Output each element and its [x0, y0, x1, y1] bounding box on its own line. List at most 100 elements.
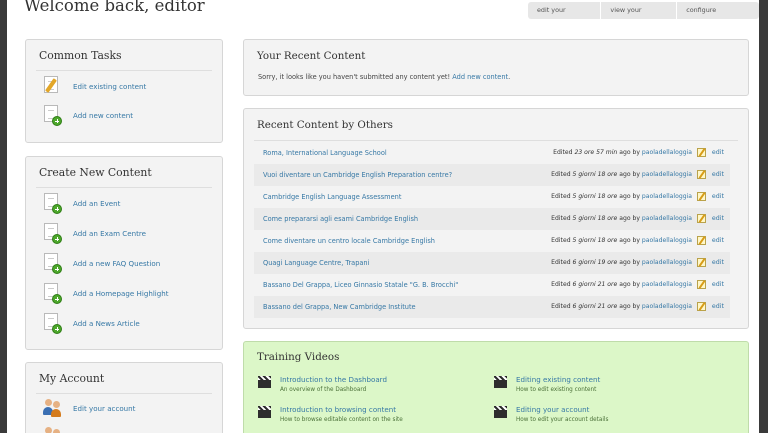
your-recent-content-panel: Your Recent Content Sorry, it looks like… — [243, 39, 749, 96]
edit-label: edit — [711, 259, 724, 266]
video-title: Introduction to browsing content — [280, 405, 397, 414]
add-exam-centre-link[interactable]: Add an Exam Centre — [42, 222, 146, 244]
author-link[interactable]: paoladellaloggia — [642, 303, 692, 310]
meta-prefix: Edited — [551, 171, 571, 178]
recent-content-by-others-title: Recent Content by Others — [257, 119, 393, 131]
table-row: Bassano del Grappa, New Cambridge Instit… — [254, 296, 730, 318]
meta-prefix: Edited — [551, 237, 571, 244]
content-title-link[interactable]: Bassano del Grappa, New Cambridge Instit… — [263, 303, 416, 311]
add-new-content-link[interactable]: Add new content — [452, 73, 508, 81]
author-link[interactable]: paoladellaloggia — [642, 259, 692, 266]
add-document-icon — [42, 282, 64, 304]
edit-icon — [696, 280, 706, 289]
clapperboard-icon — [258, 406, 271, 418]
dashboard-page: Welcome back, editor edit your account v… — [7, 0, 759, 433]
clapperboard-icon — [494, 406, 507, 418]
meta-prefix: Edited — [551, 303, 571, 310]
task-label: Add a Homepage Highlight — [73, 288, 169, 298]
author-link[interactable]: paoladellaloggia — [642, 215, 692, 222]
meta-time: 6 giorni 21 ore — [572, 281, 618, 288]
add-new-content-link[interactable]: Add new content — [42, 104, 133, 126]
video-description: How to edit your account details — [516, 417, 609, 423]
divider — [36, 393, 212, 394]
edit-icon — [696, 170, 706, 179]
content-title-link[interactable]: Bassano Del Grappa, Liceo Ginnasio Stata… — [263, 281, 458, 289]
add-news-article-link[interactable]: Add a News Article — [42, 312, 140, 334]
video-editing-existing-content[interactable]: Editing existing content How to edit exis… — [494, 375, 600, 393]
divider — [36, 187, 212, 188]
training-videos-title: Training Videos — [257, 351, 340, 363]
edit-label: edit — [711, 193, 724, 200]
divider — [254, 140, 738, 141]
your-recent-content-title: Your Recent Content — [257, 50, 366, 62]
add-document-icon — [42, 192, 64, 214]
video-editing-account[interactable]: Editing your account How to edit your acc… — [494, 405, 608, 423]
add-document-icon — [42, 252, 64, 274]
recent-content-by-others-panel: Recent Content by Others Roma, Internati… — [243, 108, 749, 329]
edit-icon — [696, 258, 706, 267]
meta-time: 6 giorni 19 ore — [572, 259, 618, 266]
edit-button[interactable]: edit — [696, 302, 724, 311]
table-row: Bassano Del Grappa, Liceo Ginnasio Stata… — [254, 274, 730, 296]
content-title-link[interactable]: Cambridge English Language Assessment — [263, 193, 401, 201]
table-row: Quagi Language Centre, Trapani Edited 6 g… — [254, 252, 730, 274]
edit-button[interactable]: edit — [696, 280, 724, 289]
edit-icon — [696, 148, 706, 157]
edit-button[interactable]: edit — [696, 170, 724, 179]
edit-button[interactable]: edit — [696, 258, 724, 267]
video-intro-dashboard[interactable]: Introduction to the Dashboard An overview… — [258, 375, 387, 393]
edit-your-account-link[interactable]: Edit your account — [42, 397, 135, 419]
video-title: Editing existing content — [516, 375, 601, 384]
task-label: Add a News Article — [73, 318, 140, 328]
meta-suffix: ago by — [619, 193, 640, 200]
task-label: Add an Event — [73, 198, 121, 208]
content-title-link[interactable]: Quagi Language Centre, Trapani — [263, 259, 369, 267]
author-link[interactable]: paoladellaloggia — [642, 281, 692, 288]
table-row: Vuoi diventare un Cambridge English Prep… — [254, 164, 730, 186]
meta-prefix: Edited — [551, 193, 571, 200]
edit-existing-content-link[interactable]: Edit existing content — [42, 75, 146, 97]
task-label: Edit existing content — [73, 81, 147, 91]
author-link[interactable]: paoladellaloggia — [642, 149, 692, 156]
create-new-content-title: Create New Content — [39, 166, 152, 179]
clapperboard-icon — [494, 376, 507, 388]
add-faq-question-link[interactable]: Add a new FAQ Question — [42, 252, 160, 274]
task-label: Edit your account — [73, 403, 136, 413]
content-title-link[interactable]: Vuoi diventare un Cambridge English Prep… — [263, 171, 452, 179]
task-label: Add an Exam Centre — [73, 228, 146, 238]
edit-button[interactable]: edit — [696, 214, 724, 223]
account-link-partial[interactable] — [42, 425, 64, 433]
video-intro-browsing[interactable]: Introduction to browsing content How to b… — [258, 405, 403, 423]
account-links: edit your account view your account conf… — [528, 2, 759, 19]
video-description: How to browse editable content on the si… — [280, 417, 403, 423]
author-link[interactable]: paoladellaloggia — [642, 237, 692, 244]
meta-time: 5 giorni 18 ore — [572, 193, 618, 200]
create-new-content-panel: Create New Content Add an Event Add an E… — [25, 156, 223, 350]
add-homepage-highlight-link[interactable]: Add a Homepage Highlight — [42, 282, 169, 304]
edit-button[interactable]: edit — [696, 148, 724, 157]
table-row: Cambridge English Language Assessment Edi… — [254, 186, 730, 208]
content-title-link[interactable]: Come prepararsi agli esami Cambridge Eng… — [263, 215, 418, 223]
video-title: Introduction to the Dashboard — [280, 375, 387, 384]
edit-button[interactable]: edit — [696, 236, 724, 245]
author-link[interactable]: paoladellaloggia — [642, 171, 692, 178]
content-title-link[interactable]: Come diventare un centro locale Cambridg… — [263, 237, 435, 245]
edit-button[interactable]: edit — [696, 192, 724, 201]
edit-meta: Edited 6 giorni 21 ore ago by paoladella… — [551, 281, 692, 288]
configure-dashboard-link[interactable]: configure dashboard — [677, 2, 759, 19]
add-event-link[interactable]: Add an Event — [42, 192, 120, 214]
author-link[interactable]: paoladellaloggia — [642, 193, 692, 200]
meta-time: 5 giorni 18 ore — [572, 237, 618, 244]
edit-icon — [696, 302, 706, 311]
content-title-link[interactable]: Roma, International Language School — [263, 149, 387, 157]
meta-time: 6 giorni 21 ore — [572, 303, 618, 310]
edit-label: edit — [711, 215, 724, 222]
view-account-link[interactable]: view your account — [601, 2, 678, 19]
edit-account-link[interactable]: edit your account — [528, 2, 602, 19]
common-tasks-panel: Common Tasks Edit existing content Add n… — [25, 39, 223, 143]
meta-prefix: Edited — [551, 281, 571, 288]
task-label: Add a new FAQ Question — [73, 258, 161, 268]
edit-label: edit — [711, 149, 724, 156]
no-content-text: Sorry, it looks like you haven't submitt… — [258, 73, 451, 81]
task-label: Add new content — [73, 110, 134, 120]
